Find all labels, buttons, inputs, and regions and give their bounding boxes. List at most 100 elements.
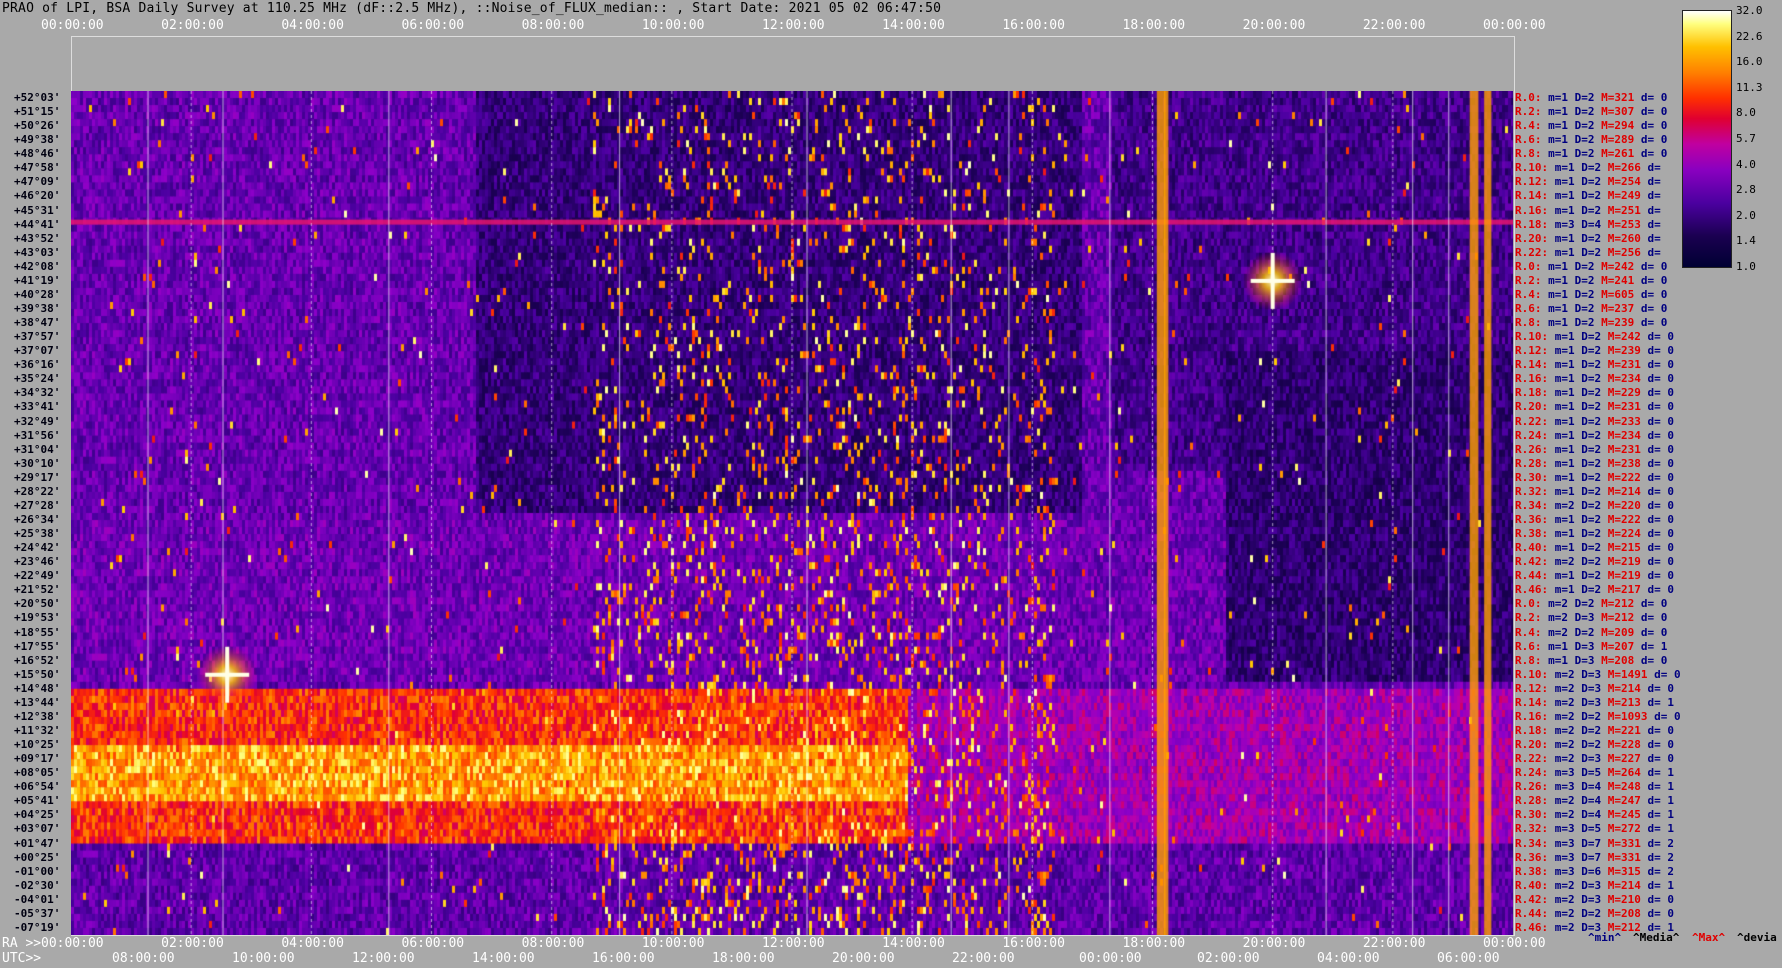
row-stat-dd: d= 0 bbox=[1640, 541, 1674, 555]
colorbar-tick-label: 22.6 bbox=[1736, 29, 1763, 43]
dec-tick-label: +35°24' bbox=[14, 372, 61, 386]
utc-tick-label: 18:00:00 bbox=[712, 951, 775, 966]
dec-tick-label: +43°52' bbox=[14, 231, 61, 245]
row-stat-m: m=3 bbox=[1548, 850, 1575, 864]
row-stat-r: R.2: bbox=[1515, 105, 1542, 119]
row-stat-M: M=210 bbox=[1601, 892, 1641, 906]
row-stat: R.36: m=3 D=7 M=331 d= 2 bbox=[1515, 852, 1674, 863]
row-stat-dd: d= bbox=[1640, 161, 1661, 175]
row-stat-dd: d= 0 bbox=[1640, 484, 1674, 498]
row-stat: R.40: m=2 D=3 M=214 d= 1 bbox=[1515, 880, 1674, 891]
row-stat-M: M=208 bbox=[1601, 906, 1641, 920]
row-stat-d: D=2 bbox=[1574, 583, 1602, 597]
utc-axis-label: UTC>> bbox=[2, 951, 42, 966]
row-stat-m: m=2 bbox=[1548, 709, 1575, 723]
top-tick-label: 20:00:00 bbox=[1242, 18, 1306, 33]
row-stat-r: R.40: bbox=[1515, 878, 1549, 892]
row-stat: R.30: m=2 D=4 M=245 d= 1 bbox=[1515, 809, 1674, 820]
row-stat-dd: d= 0 bbox=[1640, 442, 1674, 456]
ra-tick-label: 18:00:00 bbox=[1122, 936, 1186, 951]
row-stat-m: m=1 bbox=[1548, 386, 1575, 400]
dec-tick-label: +04°25' bbox=[14, 808, 61, 822]
colorbar-tick-label: 1.4 bbox=[1736, 234, 1756, 248]
row-stat-m: m=2 bbox=[1548, 667, 1575, 681]
row-stat-d: D=2 bbox=[1574, 386, 1602, 400]
dec-tick-label: -07°19' bbox=[14, 920, 61, 934]
row-stat-dd: d= 0 bbox=[1640, 906, 1674, 920]
row-stat-d: D=2 bbox=[1568, 259, 1595, 273]
row-stat-dd: d= 1 bbox=[1640, 822, 1674, 836]
row-stat-r: R.4: bbox=[1515, 625, 1542, 639]
row-stat-r: R.4: bbox=[1515, 119, 1542, 133]
row-stat-M: M=228 bbox=[1601, 738, 1641, 752]
row-stat: R.32: m=3 D=5 M=272 d= 1 bbox=[1515, 823, 1674, 834]
dec-tick-label: +44°41' bbox=[14, 217, 61, 231]
dec-tick-label: +12°38' bbox=[14, 709, 61, 723]
row-stat-r: R.34: bbox=[1515, 498, 1549, 512]
dec-tick-label: +26°34' bbox=[14, 513, 61, 526]
row-stat: R.28: m=1 D=2 M=238 d= 0 bbox=[1515, 458, 1674, 469]
row-stat-M: M=221 bbox=[1601, 724, 1641, 737]
row-stat-d: D=2 bbox=[1574, 738, 1602, 752]
row-stat-M: M=264 bbox=[1601, 766, 1641, 780]
ra-tick-label: 22:00:00 bbox=[1362, 936, 1426, 951]
dec-tick-label: +45°31' bbox=[14, 203, 61, 217]
dec-tick-label: +01°47' bbox=[14, 836, 61, 850]
row-stat-dd: d= 2 bbox=[1640, 864, 1674, 878]
dec-tick-label: +23°46' bbox=[14, 555, 61, 569]
row-stat-d: D=2 bbox=[1574, 470, 1602, 484]
row-stat-M: M=251 bbox=[1601, 203, 1641, 217]
row-stat-dd: d= 0 bbox=[1634, 147, 1668, 161]
row-stat-dd: d= 0 bbox=[1634, 273, 1668, 287]
row-stat-M: M=231 bbox=[1601, 358, 1641, 372]
row-stat-M: M=1093 bbox=[1601, 709, 1648, 723]
row-stat-d: D=3 bbox=[1568, 611, 1595, 625]
legend-devia: ^devia bbox=[1737, 931, 1777, 944]
row-stat: R.18: m=2 D=2 M=221 d= 0 bbox=[1515, 725, 1674, 736]
row-stat-d: D=6 bbox=[1574, 864, 1602, 878]
row-stat-d: D=2 bbox=[1568, 147, 1595, 161]
ra-tick-label: 14:00:00 bbox=[882, 936, 945, 951]
row-stat-M: M=254 bbox=[1601, 175, 1641, 189]
colorbar-tick-label: 16.0 bbox=[1736, 55, 1763, 69]
row-stat-dd: d= 0 bbox=[1640, 513, 1674, 526]
row-stat-m: m=2 bbox=[1548, 892, 1575, 906]
row-stat: R.24: m=3 D=5 M=264 d= 1 bbox=[1515, 767, 1674, 778]
row-stat-m: m=1 bbox=[1541, 653, 1568, 667]
dec-tick-label: -05°37' bbox=[14, 906, 61, 920]
row-stat-M: M=212 bbox=[1594, 611, 1635, 625]
row-stat-M: M=261 bbox=[1594, 147, 1635, 161]
row-stat-d: D=2 bbox=[1568, 287, 1595, 301]
row-stat-dd: d= bbox=[1640, 175, 1661, 189]
dec-tick-label: +25°38' bbox=[14, 527, 61, 541]
row-stat: R.10: m=1 D=2 M=242 d= 0 bbox=[1515, 331, 1674, 342]
dec-tick-label: +37°57' bbox=[14, 330, 61, 344]
row-stat: R.12: m=1 D=2 M=239 d= 0 bbox=[1515, 345, 1674, 356]
ra-tick-label: 06:00:00 bbox=[401, 936, 465, 951]
dec-tick-label: +15°50' bbox=[14, 667, 61, 681]
row-stat: R.2: m=1 D=2 M=307 d= 0 bbox=[1515, 106, 1667, 117]
row-stat-m: m=1 bbox=[1548, 456, 1575, 470]
row-stat-m: m=3 bbox=[1548, 766, 1575, 780]
row-stat-d: D=2 bbox=[1568, 302, 1595, 315]
row-stat-m: m=2 bbox=[1541, 625, 1568, 639]
row-stat-r: R.18: bbox=[1515, 386, 1549, 400]
row-stat-r: R.6: bbox=[1515, 302, 1542, 315]
row-stat-M: M=260 bbox=[1601, 231, 1641, 245]
legend-media: ^Media^ bbox=[1633, 931, 1680, 944]
row-stat-r: R.2: bbox=[1515, 273, 1542, 287]
dec-tick-label: +30°10' bbox=[14, 456, 61, 470]
dec-tick-label: +11°32' bbox=[14, 724, 61, 737]
row-stat-M: M=209 bbox=[1594, 625, 1635, 639]
row-stat-d: D=2 bbox=[1568, 119, 1595, 133]
row-stat: R.44: m=1 D=2 M=219 d= 0 bbox=[1515, 570, 1674, 581]
row-stat-M: M=272 bbox=[1601, 822, 1641, 836]
row-stat-M: M=266 bbox=[1601, 161, 1641, 175]
row-stat-m: m=1 bbox=[1548, 442, 1575, 456]
dec-tick-label: +22°49' bbox=[14, 569, 61, 583]
row-stat-dd: d= 1 bbox=[1640, 695, 1674, 709]
row-stat-M: M=234 bbox=[1601, 428, 1641, 442]
row-stat-d: D=7 bbox=[1574, 850, 1602, 864]
row-stat: R.42: m=2 D=2 M=219 d= 0 bbox=[1515, 556, 1674, 567]
utc-tick-label: 12:00:00 bbox=[352, 951, 415, 966]
